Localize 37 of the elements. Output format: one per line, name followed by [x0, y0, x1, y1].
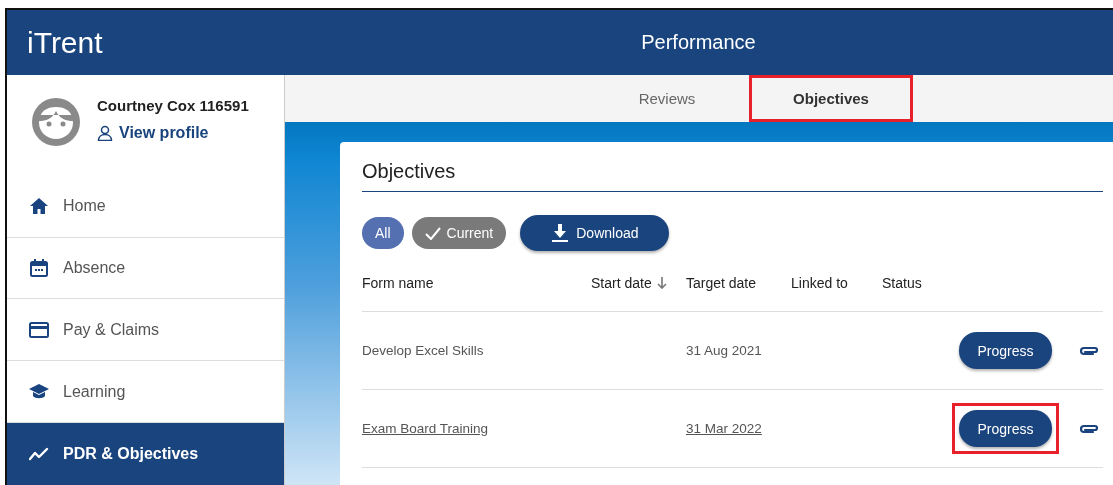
card-icon	[29, 321, 49, 338]
download-button[interactable]: Download	[520, 215, 669, 251]
nav-item[interactable]: Absence	[7, 237, 284, 300]
filter-chip[interactable]: Current	[411, 217, 507, 249]
column-header[interactable]: Target date	[686, 275, 791, 291]
filter-chip[interactable]: All	[362, 217, 404, 249]
graduation-cap-icon	[29, 383, 49, 400]
form-name-link[interactable]: Exam Board Training	[362, 421, 591, 436]
column-header[interactable]: Linked to	[791, 275, 882, 291]
download-icon	[552, 224, 569, 242]
paperclip-icon[interactable]	[1079, 423, 1099, 434]
nav-item[interactable]: Home	[7, 175, 284, 238]
card-title: Objectives	[362, 160, 1103, 192]
page-title: Performance	[640, 31, 757, 54]
paperclip-icon[interactable]	[1079, 345, 1099, 356]
calendar-icon	[30, 259, 48, 278]
column-header[interactable]: Start date	[591, 275, 686, 291]
form-name: Develop Excel Skills	[362, 343, 485, 358]
nav-item[interactable]: PDR & Objectives	[7, 423, 284, 485]
person-icon	[97, 125, 113, 141]
column-header[interactable]: Form name	[362, 275, 591, 291]
target-date: 31 Aug 2021	[686, 343, 763, 358]
sort-down-icon	[656, 277, 667, 289]
view-profile-link[interactable]: View profile	[97, 124, 209, 142]
home-icon	[30, 198, 48, 215]
column-header[interactable]: Status	[882, 275, 952, 291]
trend-line-icon	[29, 447, 49, 462]
nav-item[interactable]: Pay & Claims	[7, 299, 284, 362]
avatar-icon	[31, 97, 81, 147]
target-date-link[interactable]: 31 Mar 2022	[686, 421, 791, 436]
check-icon	[424, 226, 441, 240]
progress-button[interactable]: Progress	[959, 332, 1052, 369]
user-name: Courtney Cox 116591	[97, 97, 249, 114]
progress-button[interactable]: Progress	[959, 410, 1052, 447]
tab[interactable]: Reviews	[585, 75, 749, 122]
app-logo[interactable]: iTrent	[7, 25, 284, 60]
tab[interactable]: Objectives	[749, 75, 913, 122]
